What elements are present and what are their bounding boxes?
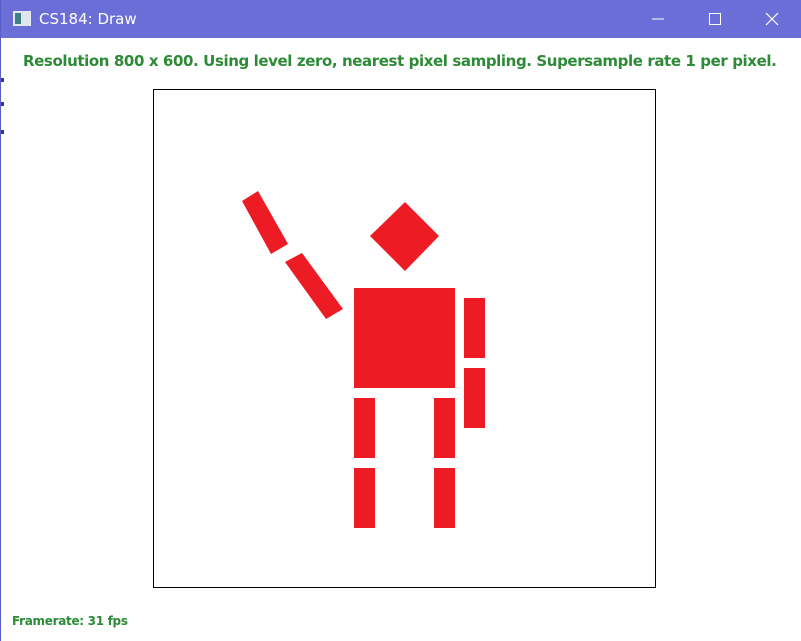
framerate-readout: Framerate: 31 fps [12, 614, 128, 628]
figure-arm-right-upper [464, 298, 485, 358]
canvas-drawing [242, 191, 485, 528]
maximize-icon [709, 13, 721, 25]
app-window-icon [13, 11, 31, 26]
client-area[interactable]: Resolution 800 x 600. Using level zero, … [1, 38, 801, 641]
figure-arm-right-lower [464, 368, 485, 428]
figure-head [370, 202, 439, 271]
figure-leg-left-lower [354, 468, 375, 528]
figure-body [354, 288, 455, 388]
status-info-line: Resolution 800 x 600. Using level zero, … [23, 52, 777, 70]
figure-leg-right-lower [434, 468, 455, 528]
title-bar[interactable]: CS184: Draw [1, 0, 801, 38]
figure-leg-right-upper [434, 398, 455, 458]
minimize-icon [652, 18, 664, 20]
figure-leg-left-upper [354, 398, 375, 458]
figure-upper-arm-left [285, 253, 343, 319]
close-icon [765, 12, 779, 26]
maximize-button[interactable] [689, 0, 741, 38]
app-window: CS184: Draw Resolution 800 x 600. Using … [0, 0, 801, 641]
drawing-canvas[interactable] [153, 89, 656, 588]
window-edge-artifact [1, 78, 4, 168]
close-button[interactable] [746, 0, 798, 38]
minimize-button[interactable] [632, 0, 684, 38]
window-title: CS184: Draw [39, 10, 137, 28]
figure-forearm-left [242, 191, 288, 254]
